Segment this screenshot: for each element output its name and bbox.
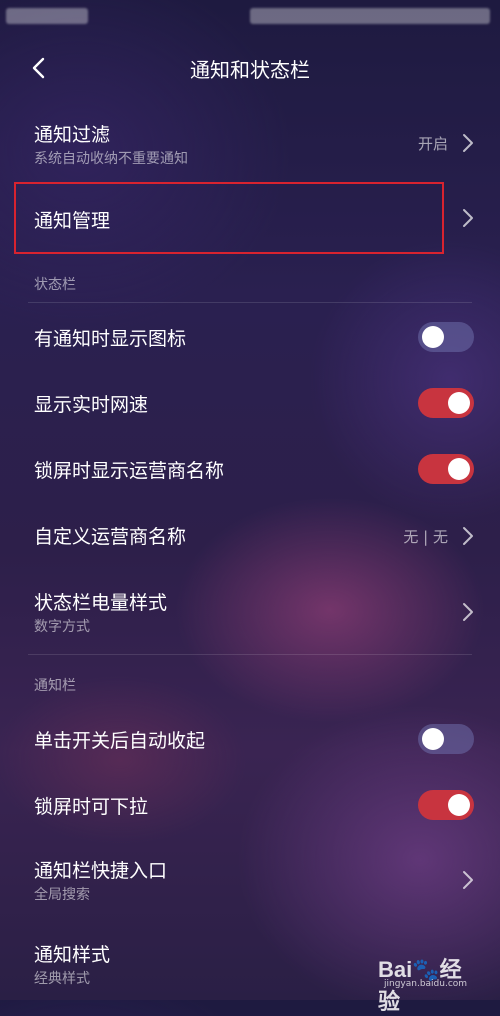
status-bar-right-blur: [250, 8, 490, 24]
toggle-knob: [422, 326, 444, 348]
toggle-lock-carrier[interactable]: [418, 454, 474, 484]
chevron-right-icon: [462, 208, 474, 228]
row-title: 有通知时显示图标: [34, 328, 187, 350]
row-title: 通知样式: [34, 944, 111, 966]
section-label-notification-bar: 通知栏: [34, 678, 76, 694]
watermark: Bai🐾经验 jingyan.baidu.com: [378, 952, 478, 1014]
header: 通知和状态栏: [0, 40, 500, 96]
row-title: 状态栏电量样式: [34, 592, 168, 614]
toggle-knob: [448, 794, 470, 816]
row-subtitle: 经典样式: [34, 971, 90, 987]
status-bar: [0, 0, 500, 34]
page-title: 通知和状态栏: [190, 58, 310, 82]
section-label-statusbar: 状态栏: [34, 277, 76, 293]
toggle-show-icons[interactable]: [418, 322, 474, 352]
row-custom-carrier[interactable]: 自定义运营商名称 无 | 无: [0, 516, 500, 556]
toggle-knob: [448, 458, 470, 480]
row-title: 单击开关后自动收起: [34, 730, 206, 752]
status-bar-left-blur: [6, 8, 88, 24]
row-subtitle: 系统自动收纳不重要通知: [34, 151, 188, 167]
row-title: 锁屏时可下拉: [34, 796, 149, 818]
watermark-url: jingyan.baidu.com: [384, 979, 468, 989]
chevron-right-icon: [462, 602, 474, 622]
row-subtitle: 数字方式: [34, 619, 90, 635]
row-title: 通知栏快捷入口: [34, 860, 168, 882]
toggle-knob: [448, 392, 470, 414]
row-shortcut-entry[interactable]: 通知栏快捷入口 全局搜索: [0, 854, 500, 910]
chevron-right-icon: [462, 133, 474, 153]
row-subtitle: 全局搜索: [34, 887, 90, 903]
toggle-knob: [422, 728, 444, 750]
row-title: 通知过滤: [34, 124, 111, 146]
chevron-right-icon: [462, 526, 474, 546]
divider: [28, 654, 472, 655]
toggle-auto-collapse[interactable]: [418, 724, 474, 754]
row-notification-filter[interactable]: 通知过滤 系统自动收纳不重要通知 开启: [0, 116, 500, 174]
row-lock-carrier[interactable]: 锁屏时显示运营商名称: [0, 450, 500, 490]
row-net-speed[interactable]: 显示实时网速: [0, 384, 500, 424]
highlight-annotation-box: [14, 182, 444, 254]
row-title: 自定义运营商名称: [34, 526, 187, 548]
toggle-lock-pulldown[interactable]: [418, 790, 474, 820]
chevron-right-icon: [462, 870, 474, 890]
row-value: 开启: [417, 135, 448, 153]
divider: [28, 302, 472, 303]
row-lock-pulldown[interactable]: 锁屏时可下拉: [0, 786, 500, 826]
row-title: 锁屏时显示运营商名称: [34, 460, 225, 482]
toggle-net-speed[interactable]: [418, 388, 474, 418]
row-title: 显示实时网速: [34, 394, 149, 416]
row-battery-style[interactable]: 状态栏电量样式 数字方式: [0, 586, 500, 642]
row-show-icons[interactable]: 有通知时显示图标: [0, 318, 500, 358]
row-value: 无 | 无: [403, 528, 448, 546]
row-auto-collapse[interactable]: 单击开关后自动收起: [0, 720, 500, 760]
